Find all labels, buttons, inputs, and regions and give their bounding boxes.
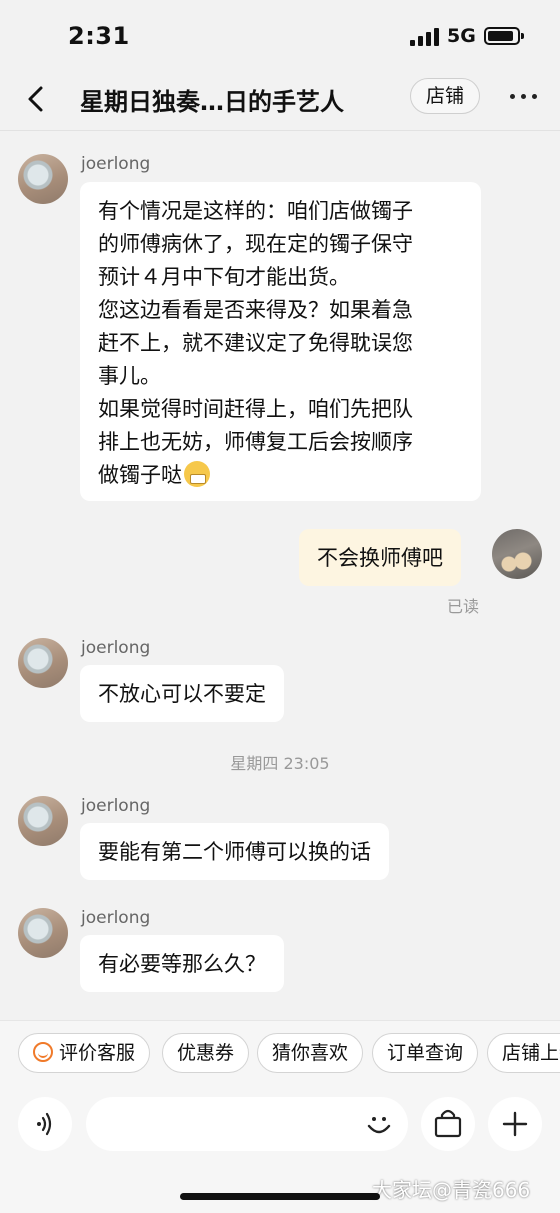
my-message-bubble[interactable]: 不会换师傅吧 bbox=[299, 529, 461, 586]
chip-label: 猜你喜欢 bbox=[272, 1042, 349, 1064]
message-bubble[interactable]: 不放心可以不要定 bbox=[80, 665, 284, 722]
message-text: 要能有第二个师傅可以换的话 bbox=[98, 840, 371, 864]
message-text: 不放心可以不要定 bbox=[98, 682, 266, 706]
network-type: 5G bbox=[447, 25, 476, 47]
sender-name: joerlong bbox=[81, 154, 151, 174]
shopping-bag-button[interactable] bbox=[421, 1097, 475, 1151]
message-line: 您这边看看是否来得及？如果着急 bbox=[98, 298, 413, 322]
avatar[interactable] bbox=[18, 796, 68, 846]
avatar[interactable] bbox=[18, 154, 68, 204]
sender-name: joerlong bbox=[81, 908, 151, 928]
avatar[interactable] bbox=[18, 638, 68, 688]
quick-action-order-query[interactable]: 订单查询 bbox=[372, 1033, 479, 1073]
plus-icon bbox=[502, 1111, 528, 1137]
message-line: 预计４月中下旬才能出货。 bbox=[98, 265, 350, 289]
message-line: 事儿。 bbox=[98, 364, 161, 388]
voice-icon bbox=[37, 1112, 52, 1136]
chip-label: 订单查询 bbox=[387, 1042, 464, 1064]
chat-header: 星期日独奏…日的手艺人 店铺 bbox=[0, 72, 560, 131]
message-line: 赶不上，就不建议定了免得耽误您 bbox=[98, 331, 413, 355]
status-bar: 2:31 5G bbox=[0, 0, 560, 72]
message-bubble[interactable]: 有必要等那么久？ bbox=[80, 935, 284, 992]
more-dots-icon[interactable] bbox=[510, 94, 540, 102]
chip-label: 店铺上新 bbox=[502, 1042, 560, 1064]
battery-icon bbox=[484, 27, 524, 45]
quick-actions: 评价客服 优惠券 猜你喜欢 订单查询 店铺上新 bbox=[0, 1033, 560, 1077]
message-line: 的师傅病休了，现在定的镯子保守 bbox=[98, 232, 413, 256]
message-text: 有必要等那么久？ bbox=[98, 952, 266, 976]
shopping-bag-icon bbox=[434, 1109, 462, 1138]
message-bubble[interactable]: 要能有第二个师傅可以换的话 bbox=[80, 823, 389, 880]
plus-button[interactable] bbox=[488, 1097, 542, 1151]
quick-action-rate-service[interactable]: 评价客服 bbox=[18, 1033, 151, 1073]
my-avatar[interactable] bbox=[492, 529, 542, 579]
voice-button[interactable] bbox=[18, 1097, 72, 1151]
quick-action-recommend[interactable]: 猜你喜欢 bbox=[257, 1033, 364, 1073]
avatar[interactable] bbox=[18, 908, 68, 958]
chip-label: 优惠券 bbox=[177, 1042, 235, 1064]
read-receipt: 已读 bbox=[447, 597, 480, 616]
message-line: 排上也无妨，师傅复工后会按顺序 bbox=[98, 430, 413, 454]
quick-action-new-arrivals[interactable]: 店铺上新 bbox=[487, 1033, 560, 1073]
chat-title: 星期日独奏…日的手艺人 bbox=[80, 88, 344, 116]
signal-icon bbox=[410, 28, 440, 46]
watermark: 大家坛@青瓷666 bbox=[372, 1178, 531, 1202]
chat-timestamp: 星期四 23:05 bbox=[230, 754, 330, 773]
status-time: 2:31 bbox=[68, 22, 130, 50]
message-bubble[interactable]: 有个情况是这样的：咱们店做镯子 的师傅病休了，现在定的镯子保守 预计４月中下旬才… bbox=[80, 182, 481, 501]
sender-name: joerlong bbox=[81, 796, 151, 816]
zipper-mouth-emoji-icon bbox=[184, 461, 210, 487]
shop-button[interactable]: 店铺 bbox=[410, 78, 480, 114]
message-text: 不会换师傅吧 bbox=[317, 546, 443, 570]
message-line: 有个情况是这样的：咱们店做镯子 bbox=[98, 199, 413, 223]
quick-action-coupon[interactable]: 优惠券 bbox=[162, 1033, 250, 1073]
message-line: 如果觉得时间赶得上，咱们先把队 bbox=[98, 397, 413, 421]
message-input[interactable] bbox=[86, 1097, 408, 1151]
emoji-icon[interactable] bbox=[362, 1107, 396, 1141]
message-line: 做镯子哒 bbox=[98, 459, 463, 492]
sender-name: joerlong bbox=[81, 638, 151, 658]
home-indicator bbox=[180, 1193, 380, 1200]
chip-label: 评价客服 bbox=[59, 1042, 136, 1064]
smile-icon bbox=[33, 1042, 53, 1062]
back-arrow-icon[interactable] bbox=[22, 84, 52, 114]
message-text: 做镯子哒 bbox=[98, 463, 182, 487]
